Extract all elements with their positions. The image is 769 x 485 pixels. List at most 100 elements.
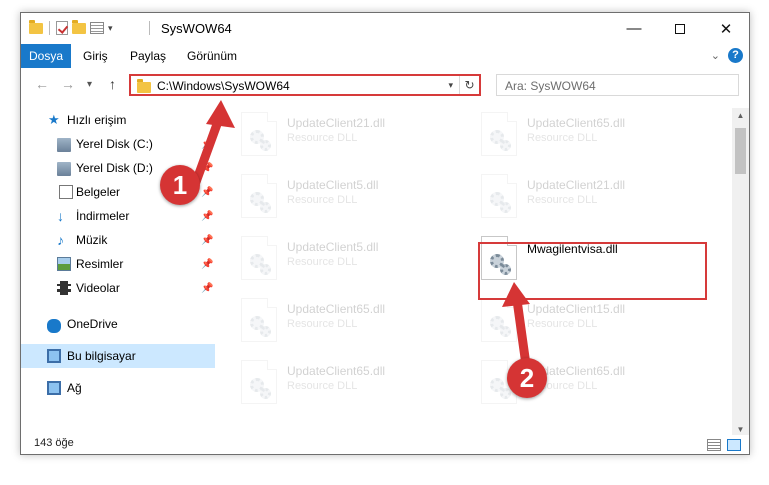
pin-icon[interactable]: 📌 (201, 187, 213, 198)
sidebar-item-this-pc[interactable]: Bu bilgisayar (21, 344, 215, 368)
step-1-badge: 1 (160, 165, 200, 205)
file-name: UpdateClient5.dll (287, 240, 379, 254)
file-item[interactable]: UpdateClient65.dll Resource DLL (223, 356, 453, 408)
file-item[interactable]: UpdateClient65.dll Resource DLL (223, 294, 453, 346)
sidebar-item-network[interactable]: Ağ (21, 376, 215, 400)
divider (49, 21, 50, 35)
dll-file-icon (241, 360, 277, 404)
pin-icon[interactable]: 📌 (201, 235, 213, 246)
pin-icon[interactable]: 📌 (201, 139, 213, 150)
search-placeholder: Ara: SysWOW64 (505, 79, 596, 93)
sidebar-item-music[interactable]: ♪ Müzik 📌 (21, 228, 215, 252)
sidebar-item-label: Belgeler (76, 185, 121, 199)
sidebar-item-label: Hızlı erişim (67, 113, 127, 127)
file-item[interactable]: UpdateClient21.dll Resource DLL (463, 170, 693, 222)
scroll-up-icon[interactable]: ▲ (732, 108, 749, 124)
sidebar-item-label: Yerel Disk (C:) (76, 137, 153, 151)
file-item[interactable]: UpdateClient5.dll Resource DLL (223, 232, 453, 284)
properties-check-icon[interactable] (56, 21, 68, 35)
file-name: UpdateClient15.dll (527, 302, 626, 316)
chevron-down-icon[interactable]: ▾ (448, 80, 453, 91)
divider (149, 21, 150, 35)
chevron-down-icon[interactable]: ▾ (108, 23, 113, 34)
pin-icon[interactable]: 📌 (201, 259, 213, 270)
file-item[interactable]: UpdateClient65.dll Resource DLL (463, 356, 693, 408)
large-icons-view-icon[interactable] (727, 439, 741, 451)
recent-locations-icon[interactable]: ▾ (87, 79, 92, 90)
file-item[interactable]: UpdateClient5.dll Resource DLL (223, 170, 453, 222)
address-bar[interactable]: C:\Windows\SysWOW64 ▾ ↻ (129, 74, 481, 96)
vertical-scrollbar[interactable]: ▲ ▼ (732, 108, 749, 438)
help-icon[interactable]: ? (728, 48, 743, 63)
sidebar-item-downloads[interactable]: ↓ İndirmeler 📌 (21, 204, 215, 228)
file-type: Resource DLL (287, 132, 358, 144)
file-highlight-box (478, 242, 707, 300)
dll-file-icon (481, 174, 517, 218)
close-icon: ✕ (719, 20, 733, 38)
sidebar-item-label: Ağ (67, 381, 82, 395)
file-name: UpdateClient21.dll (527, 178, 626, 192)
computer-icon (47, 349, 61, 363)
address-path[interactable]: C:\Windows\SysWOW64 (157, 79, 290, 93)
file-item[interactable]: UpdateClient15.dll Resource DLL (463, 294, 693, 346)
sidebar-item-pictures[interactable]: Resimler 📌 (21, 252, 215, 276)
sidebar-item-disk-c[interactable]: Yerel Disk (C:) 📌 (21, 132, 215, 156)
tab-home[interactable]: Giriş (83, 44, 108, 68)
file-name: UpdateClient65.dll (287, 364, 386, 378)
sidebar-item-videos[interactable]: Videolar 📌 (21, 276, 215, 300)
status-bar: 143 öğe (21, 435, 749, 454)
file-type: Resource DLL (287, 318, 358, 330)
refresh-icon[interactable]: ↻ (459, 76, 479, 94)
tab-file[interactable]: Dosya (21, 44, 71, 68)
search-input[interactable]: Ara: SysWOW64 (496, 74, 739, 96)
folder-icon (137, 79, 151, 93)
sidebar-item-label: Yerel Disk (D:) (76, 161, 153, 175)
minimize-icon: — (626, 20, 642, 37)
maximize-button[interactable] (657, 13, 703, 44)
forward-arrow-icon[interactable]: → (61, 76, 75, 92)
file-item[interactable]: UpdateClient65.dll Resource DLL (463, 108, 693, 160)
file-type: Resource DLL (527, 132, 598, 144)
dll-file-icon (481, 112, 517, 156)
maximize-icon (675, 23, 685, 34)
up-arrow-icon[interactable]: ↑ (109, 76, 116, 92)
back-arrow-icon[interactable]: ← (35, 76, 49, 92)
dll-file-icon (241, 236, 277, 280)
ribbon-controls: ⌄ ? (711, 48, 743, 63)
file-item[interactable]: UpdateClient21.dll Resource DLL (223, 108, 453, 160)
file-type: Resource DLL (527, 318, 598, 330)
tab-view[interactable]: Görünüm (187, 44, 237, 68)
dll-file-icon (241, 298, 277, 342)
sidebar-item-label: Müzik (76, 233, 108, 247)
cloud-icon (47, 318, 61, 333)
navigation-bar: ← → ▾ ↑ C:\Windows\SysWOW64 ▾ ↻ Ara: Sys… (21, 70, 749, 100)
file-type: Resource DLL (287, 380, 358, 392)
pictures-icon (57, 257, 71, 271)
details-view-icon[interactable] (707, 439, 721, 451)
sidebar-item-quick-access[interactable]: ★ Hızlı erişim (21, 108, 215, 132)
close-button[interactable]: ✕ (703, 13, 749, 44)
scrollbar-thumb[interactable] (735, 128, 746, 174)
step-2-badge: 2 (507, 358, 547, 398)
disk-icon (57, 162, 71, 176)
properties-icon[interactable] (90, 22, 104, 34)
minimize-button[interactable]: — (611, 13, 657, 44)
document-icon (59, 185, 73, 199)
file-explorer-window: ▾ SysWOW64 — ✕ Dosya Giriş Paylaş Görünü… (20, 12, 750, 455)
dll-file-icon (241, 112, 277, 156)
sidebar-item-onedrive[interactable]: OneDrive (21, 312, 215, 336)
music-icon: ♪ (57, 232, 64, 248)
expand-ribbon-icon[interactable]: ⌄ (711, 49, 720, 62)
new-folder-icon[interactable] (72, 19, 86, 34)
tab-share[interactable]: Paylaş (130, 44, 166, 68)
star-icon: ★ (48, 112, 60, 127)
video-icon (57, 281, 71, 295)
pin-icon[interactable]: 📌 (201, 283, 213, 294)
dll-file-icon (481, 298, 517, 342)
pin-icon[interactable]: 📌 (201, 211, 213, 222)
file-name: UpdateClient65.dll (527, 116, 626, 130)
file-name: UpdateClient5.dll (287, 178, 379, 192)
pin-icon[interactable]: 📌 (201, 163, 213, 174)
quick-access-toolbar: ▾ (29, 19, 113, 37)
dll-file-icon (241, 174, 277, 218)
